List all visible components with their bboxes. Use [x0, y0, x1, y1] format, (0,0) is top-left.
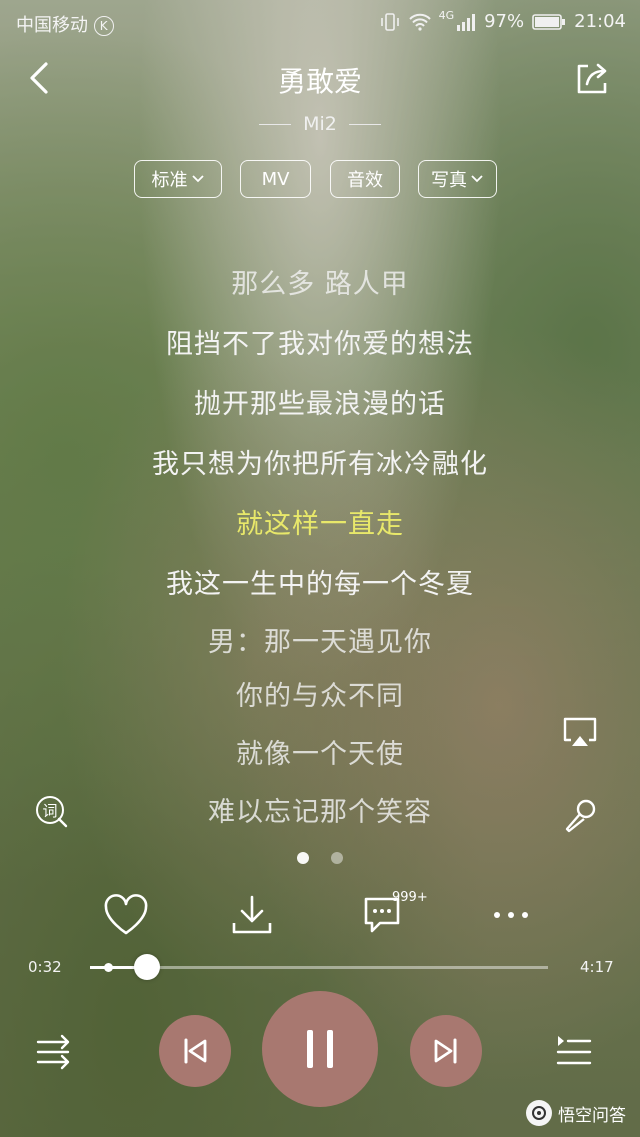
playlist-icon [556, 1036, 592, 1065]
comment-count-badge: 999+ [392, 890, 428, 905]
more-icon [494, 912, 528, 918]
pause-icon [307, 1030, 333, 1068]
shuffle-icon [36, 1034, 70, 1070]
next-button[interactable] [410, 1015, 482, 1087]
pause-button[interactable] [262, 991, 378, 1107]
more-button[interactable] [487, 893, 539, 943]
shuffle-button[interactable] [34, 1030, 74, 1070]
progress-start-dot [104, 963, 113, 972]
playlist-button[interactable] [554, 1030, 594, 1070]
mv-button[interactable]: MV [240, 160, 311, 198]
chevron-down-icon [191, 175, 204, 183]
page-indicator [0, 852, 640, 864]
prev-icon [184, 1038, 207, 1064]
signal-icon [457, 13, 476, 31]
total-time: 4:17 [580, 958, 614, 976]
lyric-mode-button[interactable]: 词 [34, 794, 70, 830]
photo-select-button[interactable]: 写真 [418, 160, 497, 198]
lyric-line[interactable]: 就像一个天使 [0, 732, 640, 771]
network-type: 4G [438, 9, 455, 22]
download-icon [232, 895, 272, 934]
elapsed-time: 0:32 [28, 958, 62, 976]
artist-divider-right [348, 124, 381, 125]
status-right: 4G 97% 21:04 [379, 9, 626, 32]
page-dot[interactable] [331, 852, 343, 864]
artist-line: Mi2 [0, 113, 640, 135]
watermark-logo-icon [526, 1100, 552, 1126]
heart-icon [104, 894, 148, 935]
lyric-line[interactable]: 难以忘记那个笑容 [0, 790, 640, 829]
previous-button[interactable] [159, 1015, 231, 1087]
mic-icon [565, 799, 596, 833]
lyric-line-current[interactable]: 就这样一直走 [0, 502, 640, 541]
watermark: 悟空问答 [526, 1100, 626, 1126]
wifi-icon [408, 13, 431, 31]
carrier-label: 中国移动 K [16, 11, 114, 37]
lyric-mode-label: 词 [42, 802, 58, 820]
sound-effect-button[interactable]: 音效 [330, 160, 400, 198]
carrier-k-icon: K [93, 16, 114, 36]
lyric-line[interactable]: 阻挡不了我对你爱的想法 [0, 322, 640, 361]
share-button[interactable] [574, 60, 610, 96]
lyric-line[interactable]: 我这一生中的每一个冬夏 [0, 562, 640, 601]
lyric-line[interactable]: 你的与众不同 [0, 674, 640, 713]
chevron-down-icon [471, 175, 483, 183]
cast-icon [563, 717, 597, 746]
battery-percent: 97% [484, 11, 525, 32]
lyric-line[interactable]: 男：那一天遇见你 [0, 620, 640, 659]
status-bar: 中国移动 K 4G 97% 21:04 [0, 0, 640, 44]
vibrate-icon [380, 12, 399, 31]
lyric-line[interactable]: 那么多 路人甲 [0, 262, 640, 301]
download-button[interactable] [228, 893, 280, 943]
battery-icon [532, 13, 566, 30]
page-dot-active[interactable] [297, 852, 309, 864]
like-button[interactable] [102, 893, 154, 943]
share-icon [577, 63, 607, 94]
mic-button[interactable] [562, 798, 598, 834]
clock: 21:04 [574, 11, 626, 32]
artist-divider-left [259, 124, 292, 125]
lyric-line[interactable]: 抛开那些最浪漫的话 [0, 382, 640, 421]
cast-button[interactable] [562, 716, 598, 748]
lyric-line[interactable]: 我只想为你把所有冰冷融化 [0, 442, 640, 481]
quality-select-button[interactable]: 标准 [134, 160, 222, 198]
next-icon [434, 1038, 457, 1064]
artist-name[interactable]: Mi2 [303, 113, 337, 135]
song-title: 勇敢爱 [277, 65, 362, 98]
